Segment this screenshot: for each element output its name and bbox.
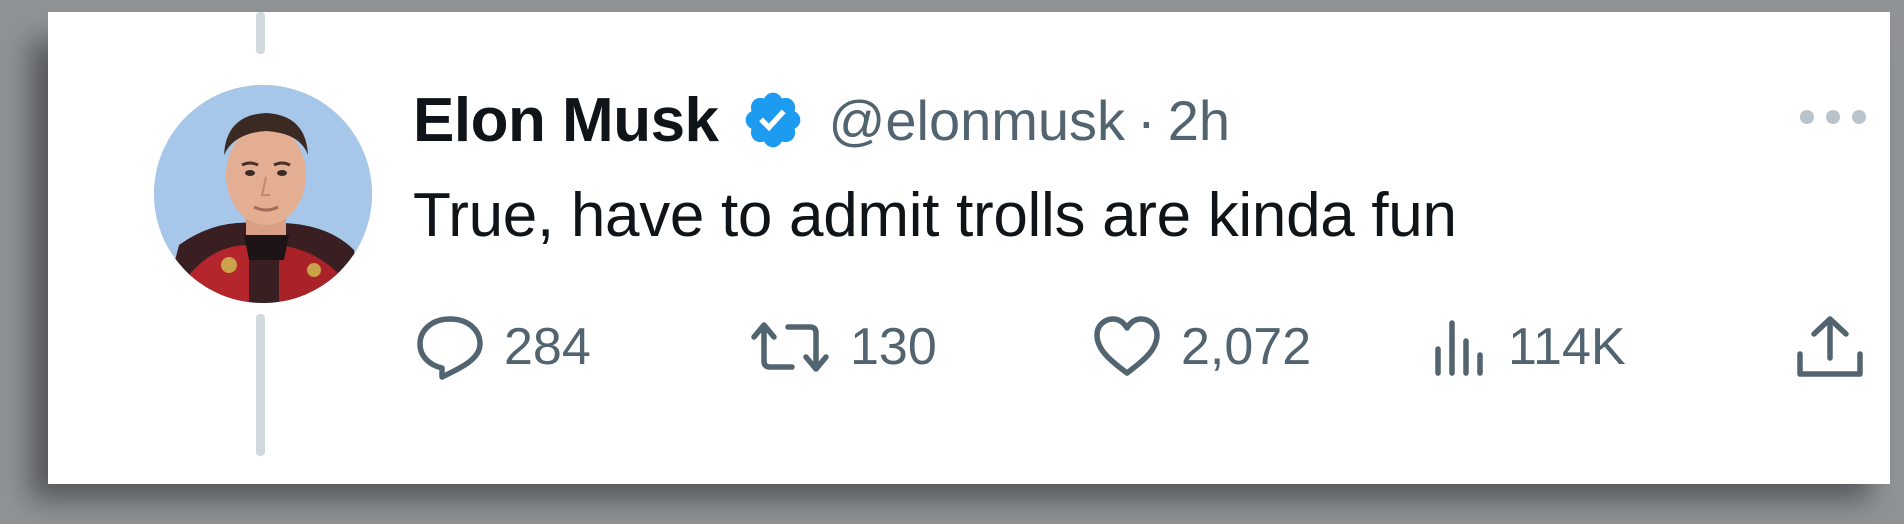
tweet-card[interactable]: Elon Musk @elonmusk · 2h True, have to a… (48, 12, 1890, 484)
heart-icon (1091, 315, 1163, 379)
avatar[interactable] (154, 85, 372, 303)
share-icon (1794, 314, 1866, 380)
views-icon (1430, 317, 1490, 377)
thread-line-bottom (256, 314, 265, 456)
like-count: 2,072 (1181, 318, 1312, 376)
retweet-button[interactable]: 130 (748, 312, 937, 382)
views-button[interactable]: 114K (1430, 312, 1626, 382)
avatar-image (154, 85, 372, 303)
reply-button[interactable]: 284 (414, 312, 591, 382)
tweet-timestamp[interactable]: 2h (1168, 88, 1230, 153)
author-handle[interactable]: @elonmusk (829, 88, 1126, 153)
views-count: 114K (1508, 318, 1626, 376)
author-name[interactable]: Elon Musk (413, 85, 719, 156)
more-options-icon[interactable] (1793, 102, 1873, 132)
like-button[interactable]: 2,072 (1091, 312, 1311, 382)
reply-count: 284 (504, 318, 591, 376)
separator-dot: · (1137, 88, 1156, 152)
retweet-icon (748, 317, 832, 377)
retweet-count: 130 (850, 318, 937, 376)
thread-line-top (256, 12, 265, 54)
tweet-header: Elon Musk @elonmusk · 2h (413, 80, 1230, 160)
share-button[interactable] (1794, 312, 1866, 382)
tweet-text: True, have to admit trolls are kinda fun (413, 181, 1457, 250)
reply-icon (414, 314, 486, 380)
verified-badge-icon[interactable] (741, 88, 805, 152)
